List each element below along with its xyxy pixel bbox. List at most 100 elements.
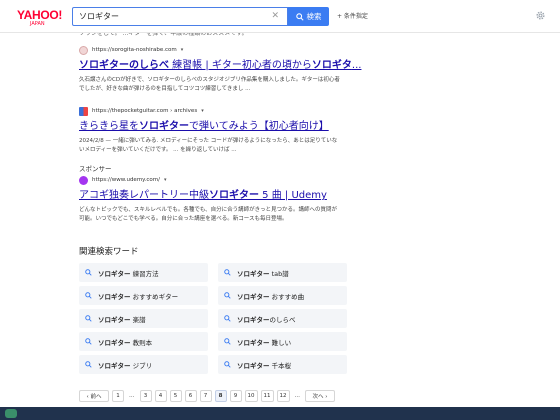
site-favicon-icon	[79, 106, 88, 116]
title-pre: アコギ独奏レパートリー中級	[79, 190, 209, 201]
result-source: https://thepocketguitar.com › archives ▾	[79, 106, 349, 116]
related-bold: ソロギター	[98, 338, 131, 347]
search-icon	[224, 315, 231, 322]
next-page-button[interactable]: 次へ ›	[305, 390, 335, 402]
search-icon	[85, 269, 92, 276]
related-rest: tab譜	[269, 269, 289, 278]
related-item[interactable]: ソロギター 教則本	[79, 332, 208, 351]
search-icon	[224, 361, 231, 368]
result-source: https://www.udemy.com/ ▾	[79, 175, 349, 185]
page-link[interactable]: 3	[139, 390, 152, 402]
page-link[interactable]: 10	[244, 390, 258, 402]
chevron-down-icon[interactable]: ▾	[164, 177, 167, 183]
page-link[interactable]: 1	[112, 390, 124, 402]
prev-page-button[interactable]: ‹ 前へ	[79, 390, 109, 402]
related-bold: ソロギター	[98, 269, 131, 278]
conditions-link[interactable]: + 条件指定	[337, 11, 368, 20]
related-item[interactable]: ソロギター ジブリ	[79, 355, 208, 374]
page-link[interactable]: 11	[260, 390, 274, 402]
related-rest: 千本桜	[269, 361, 292, 370]
related-rest: 難しい	[269, 338, 292, 347]
previous-result-fragment: ソウシをして。 ...ギターを弾く、中級の種類のおススメです。	[79, 33, 248, 37]
related-bold: ソロギター	[237, 315, 270, 324]
related-title: 関連検索ワード	[79, 247, 139, 257]
search-button[interactable]: 検索	[288, 7, 329, 26]
chevron-down-icon[interactable]: ▾	[201, 108, 204, 114]
result-title[interactable]: アコギ独奏レパートリー中級ソロギター 5 曲 | Udemy	[79, 190, 349, 202]
title-bold2: ソロギタ	[311, 60, 352, 71]
page-link[interactable]: 12	[276, 390, 290, 402]
related-item[interactable]: ソロギターのしらべ	[218, 309, 347, 328]
title-tail: ...	[351, 60, 362, 71]
logo-main: YAHOO!	[17, 8, 63, 22]
related-item[interactable]: ソロギター tab譜	[218, 263, 347, 282]
page-link[interactable]: 7	[199, 390, 212, 402]
search-icon	[85, 338, 92, 345]
current-page: 8	[214, 390, 227, 402]
related-item[interactable]: ソロギター 練習方法	[79, 263, 208, 282]
search-button-label: 検索	[306, 12, 322, 21]
related-rest: おすすめギター	[130, 292, 179, 301]
related-rest: 楽譜	[130, 315, 146, 324]
title-bold: ソロギター	[139, 121, 189, 132]
result-url[interactable]: https://sorogita-noshirabe.com	[92, 47, 177, 53]
related-bold: ソロギター	[98, 292, 131, 301]
related-item[interactable]: ソロギター 千本桜	[218, 355, 347, 374]
title-rest: 5 曲 | Udemy	[259, 190, 327, 201]
taskbar-app-icon[interactable]	[5, 409, 17, 418]
yahoo-logo[interactable]: YAHOO! JAPAN	[17, 9, 65, 27]
related-bold: ソロギター	[237, 269, 270, 278]
result-title[interactable]: ソロギターのしらべ 練習帳 | ギター初心者の頃からソロギタ...	[79, 60, 361, 72]
header: YAHOO! JAPAN ✕ 検索 + 条件指定	[0, 0, 560, 33]
related-item[interactable]: ソロギター おすすめギター	[79, 286, 208, 305]
related-item[interactable]: ソロギター 楽譜	[79, 309, 208, 328]
pagination: ‹ 前へ 1 … 3 4 5 6 7 8 9 10 11 12 … 次へ ›	[79, 390, 335, 402]
page-link[interactable]: 9	[229, 390, 242, 402]
related-bold: ソロギター	[237, 338, 270, 347]
page-link[interactable]: 5	[169, 390, 182, 402]
search-icon	[85, 315, 92, 322]
result-description: 久石譲さんのCDが好きで、ソロギターのしらべのスタジオジブリ作品集を購入しました…	[79, 77, 340, 92]
logo-sub: JAPAN	[30, 21, 45, 27]
related-rest: ジブリ	[130, 361, 153, 370]
result-description: 2024/2/8 — 一緒に弾いてみる. メロディーにそった コードが弾けるよう…	[79, 138, 338, 153]
search-input[interactable]	[79, 10, 259, 23]
page-ellipsis: …	[292, 390, 302, 402]
search-icon	[85, 361, 92, 368]
taskbar	[0, 407, 560, 420]
gear-icon[interactable]	[535, 10, 546, 21]
conditions-label: + 条件指定	[337, 13, 368, 20]
search-box: ✕	[72, 7, 288, 26]
related-bold: ソロギター	[237, 361, 270, 370]
result-url[interactable]: https://www.udemy.com/	[92, 177, 160, 183]
search-icon	[85, 292, 92, 299]
title-bold: ソロギターのしらべ	[79, 60, 169, 71]
result-description: どんなトピックでも、スキルレベルでも。各種でも、自分に合う講師がきっと見つかる。…	[79, 207, 337, 222]
page: YAHOO! JAPAN ✕ 検索 + 条件指定 ソウシをして。 ...ギターを…	[0, 0, 560, 420]
search-icon	[224, 292, 231, 299]
title-rest: で弾いてみよう【初心者向け】	[189, 121, 329, 132]
title-pre: きらきら星を	[79, 121, 139, 132]
clear-icon[interactable]: ✕	[271, 10, 279, 23]
related-rest: 練習方法	[130, 269, 159, 278]
result-url[interactable]: https://thepocketguitar.com › archives	[92, 108, 197, 114]
related-rest: 教則本	[130, 338, 153, 347]
ad-result: https://www.udemy.com/ ▾ アコギ独奏レパートリー中級ソロ…	[79, 175, 349, 224]
udemy-favicon-icon	[79, 175, 88, 185]
sponsor-label: スポンサー	[79, 165, 112, 173]
related-bold: ソロギター	[237, 292, 270, 301]
page-link[interactable]: 6	[184, 390, 197, 402]
related-bold: ソロギター	[98, 361, 131, 370]
search-result: https://thepocketguitar.com › archives ▾…	[79, 106, 349, 155]
related-item[interactable]: ソロギター おすすめ曲	[218, 286, 347, 305]
page-link[interactable]: 4	[154, 390, 167, 402]
search-icon	[224, 269, 231, 276]
result-source: https://sorogita-noshirabe.com ▾	[79, 45, 349, 55]
chevron-down-icon[interactable]: ▾	[181, 47, 184, 53]
result-title[interactable]: きらきら星をソロギターで弾いてみよう【初心者向け】	[79, 121, 349, 133]
title-rest: 練習帳 | ギター初心者の頃から	[169, 60, 312, 71]
related-rest: おすすめ曲	[269, 292, 305, 301]
search-icon	[295, 12, 304, 21]
related-item[interactable]: ソロギター 難しい	[218, 332, 347, 351]
search-icon	[224, 338, 231, 345]
